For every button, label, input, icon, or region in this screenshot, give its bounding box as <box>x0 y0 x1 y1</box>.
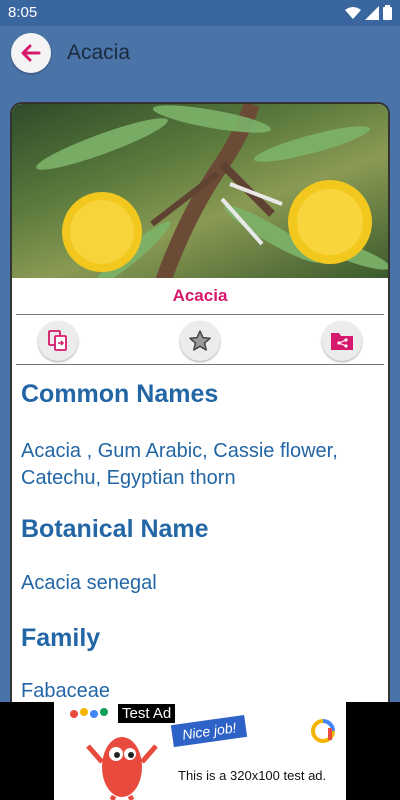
status-time: 8:05 <box>8 4 38 21</box>
app-title: Acacia <box>67 41 131 64</box>
back-button[interactable] <box>11 33 51 73</box>
section-heading-common-names: Common Names <box>21 380 219 408</box>
ad-text: This is a 320x100 test ad. <box>178 768 327 783</box>
star-icon <box>189 330 211 351</box>
share-button[interactable] <box>322 321 362 361</box>
ad-content[interactable]: Nice job! This is a 320x100 test ad. <box>54 702 346 800</box>
status-bar: 8:05 <box>0 0 400 26</box>
section-text-family: Fabaceae <box>21 680 110 702</box>
divider <box>16 364 384 365</box>
signal-icon <box>365 5 379 20</box>
plant-image <box>12 104 388 278</box>
copy-button[interactable] <box>38 321 78 361</box>
section-heading-botanical-name: Botanical Name <box>21 515 209 543</box>
status-icons <box>345 5 392 20</box>
wifi-icon <box>345 6 361 19</box>
section-heading-family: Family <box>21 624 101 652</box>
battery-icon <box>383 5 392 20</box>
copy-icon <box>48 330 67 351</box>
section-text-common-names: Acacia , Gum Arabic, Cassie flower, Cate… <box>21 440 338 489</box>
ad-badge: Nice job! <box>170 714 248 748</box>
app-bar: Acacia <box>0 26 400 82</box>
divider <box>16 314 384 315</box>
ad-label: Test Ad <box>118 704 176 723</box>
share-folder-icon <box>331 333 353 350</box>
favorite-button[interactable] <box>180 321 220 361</box>
section-text-botanical-name: Acacia senegal <box>21 572 157 594</box>
acacia-flower-photo-icon <box>36 104 388 278</box>
ad-logo-icon <box>311 719 335 743</box>
ad-banner[interactable]: Nice job! This is a 320x100 test ad. Tes… <box>0 702 400 800</box>
main-content[interactable]: Acacia Common Names Acacia , Gum Arabic,… <box>0 82 400 702</box>
arrow-left-icon <box>21 44 41 62</box>
plant-name: Acacia <box>172 286 228 305</box>
plant-card: Acacia Common Names Acacia , Gum Arabic,… <box>10 102 390 702</box>
